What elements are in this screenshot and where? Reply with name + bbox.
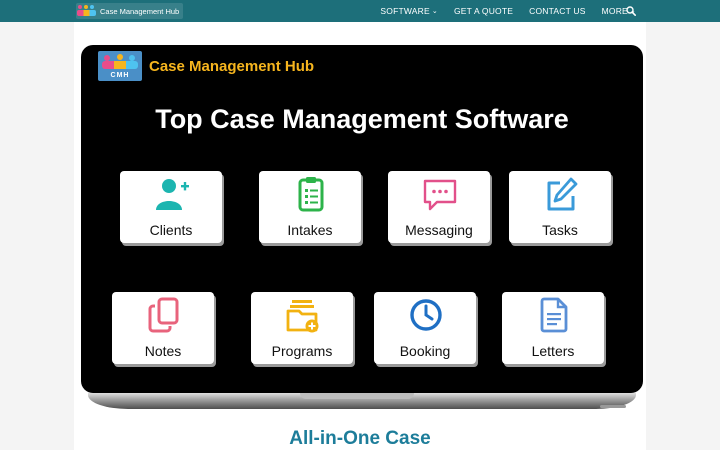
laptop-notch bbox=[300, 393, 414, 399]
nav-item-get-a-quote[interactable]: GET A QUOTE bbox=[454, 6, 513, 16]
clipboard-icon bbox=[298, 177, 324, 212]
module-tile-letters[interactable]: Letters bbox=[502, 292, 604, 364]
main-nav: SOFTWARE ⌄ GET A QUOTE CONTACT US MORE ⌄ bbox=[364, 0, 636, 22]
laptop-foot bbox=[600, 405, 626, 408]
module-tile-clients[interactable]: Clients bbox=[120, 171, 222, 243]
brand-name: Case Management Hub bbox=[149, 58, 315, 75]
document-icon bbox=[540, 297, 568, 333]
folder-plus-icon bbox=[286, 300, 319, 333]
copy-icon bbox=[148, 297, 179, 333]
user-plus-icon bbox=[156, 179, 189, 210]
module-tile-intakes[interactable]: Intakes bbox=[259, 171, 361, 243]
module-tile-messaging[interactable]: Messaging bbox=[388, 171, 490, 243]
module-label: Tasks bbox=[542, 222, 578, 238]
search-icon[interactable] bbox=[626, 6, 636, 16]
module-label: Letters bbox=[531, 343, 575, 359]
logo-text: Case Management Hub bbox=[100, 6, 180, 16]
nav-item-software[interactable]: SOFTWARE ⌄ bbox=[380, 6, 438, 16]
brand-badge-text: CMH bbox=[110, 72, 130, 79]
nav-label: SOFTWARE bbox=[380, 6, 430, 16]
module-tile-tasks[interactable]: Tasks bbox=[509, 171, 611, 243]
module-label: Programs bbox=[271, 343, 333, 359]
module-tile-programs[interactable]: Programs bbox=[251, 292, 353, 364]
chat-icon bbox=[423, 179, 457, 211]
module-label: Booking bbox=[399, 343, 451, 359]
module-label: Notes bbox=[144, 343, 182, 359]
section-heading: All-in-One Case bbox=[289, 428, 431, 449]
site-logo[interactable]: Case Management Hub bbox=[76, 3, 184, 19]
edit-icon bbox=[547, 177, 578, 211]
nav-label: CONTACT US bbox=[529, 6, 586, 16]
top-navbar: Case Management Hub SOFTWARE ⌄ GET A QUO… bbox=[0, 0, 720, 22]
module-tile-notes[interactable]: Notes bbox=[112, 292, 214, 364]
nav-label: GET A QUOTE bbox=[453, 6, 514, 16]
module-tile-booking[interactable]: Booking bbox=[374, 292, 476, 364]
module-label: Messaging bbox=[405, 222, 473, 238]
module-label: Clients bbox=[149, 222, 193, 238]
clock-icon bbox=[410, 299, 442, 331]
hero-headline: Top Case Management Software bbox=[155, 104, 569, 134]
chevron-down-icon: ⌄ bbox=[431, 8, 438, 15]
nav-label: MORE bbox=[601, 6, 628, 16]
module-label: Intakes bbox=[287, 222, 333, 238]
nav-item-contact-us[interactable]: CONTACT US bbox=[529, 6, 585, 16]
logo-mark-icon bbox=[76, 4, 98, 18]
brand-badge: CMH bbox=[98, 51, 142, 81]
